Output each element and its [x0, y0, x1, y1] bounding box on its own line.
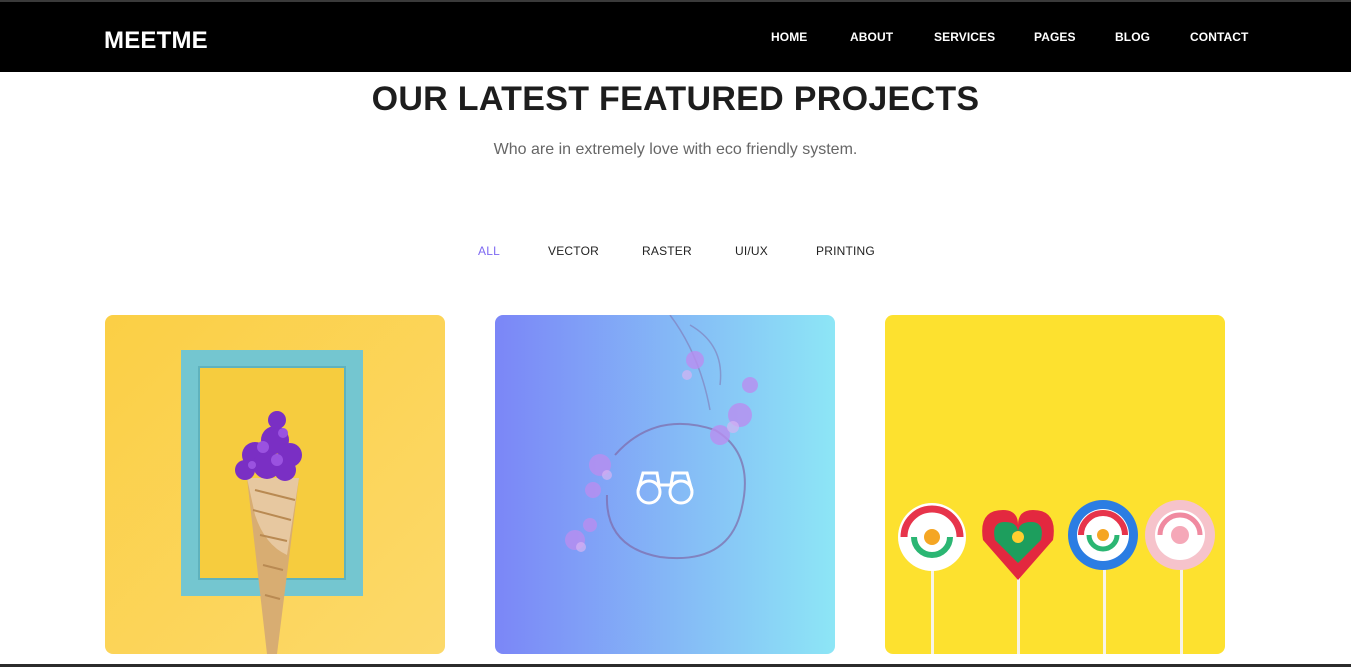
filter-printing[interactable]: PRINTING [816, 244, 875, 258]
wreath-image [495, 315, 835, 654]
section-title: OUR LATEST FEATURED PROJECTS [371, 80, 980, 118]
nav-pages[interactable]: PAGES [1034, 30, 1076, 44]
filter-vector[interactable]: VECTOR [548, 244, 599, 258]
filter-uiux[interactable]: UI/UX [735, 244, 768, 258]
nav-services[interactable]: SERVICES [934, 30, 995, 44]
main-nav: HOME ABOUT SERVICES PAGES BLOG CONTACT [0, 30, 1351, 50]
nav-about[interactable]: ABOUT [850, 30, 893, 44]
section-subtitle: Who are in extremely love with eco frien… [493, 141, 858, 158]
filter-raster[interactable]: RASTER [642, 244, 692, 258]
project-card-lollipops[interactable] [885, 315, 1225, 654]
filter-all[interactable]: ALL [478, 244, 500, 258]
flower-cone-image [105, 315, 445, 654]
project-card-flower-cone[interactable] [105, 315, 445, 654]
nav-home[interactable]: HOME [771, 30, 807, 44]
portfolio-filters: ALL VECTOR RASTER UI/UX PRINTING [0, 244, 1351, 262]
lollipops-image [885, 315, 1225, 654]
top-navbar: MEETME HOME ABOUT SERVICES PAGES BLOG CO… [0, 0, 1351, 72]
nav-blog[interactable]: BLOG [1115, 30, 1150, 44]
nav-contact[interactable]: CONTACT [1190, 30, 1248, 44]
project-card-wreath[interactable] [495, 315, 835, 654]
